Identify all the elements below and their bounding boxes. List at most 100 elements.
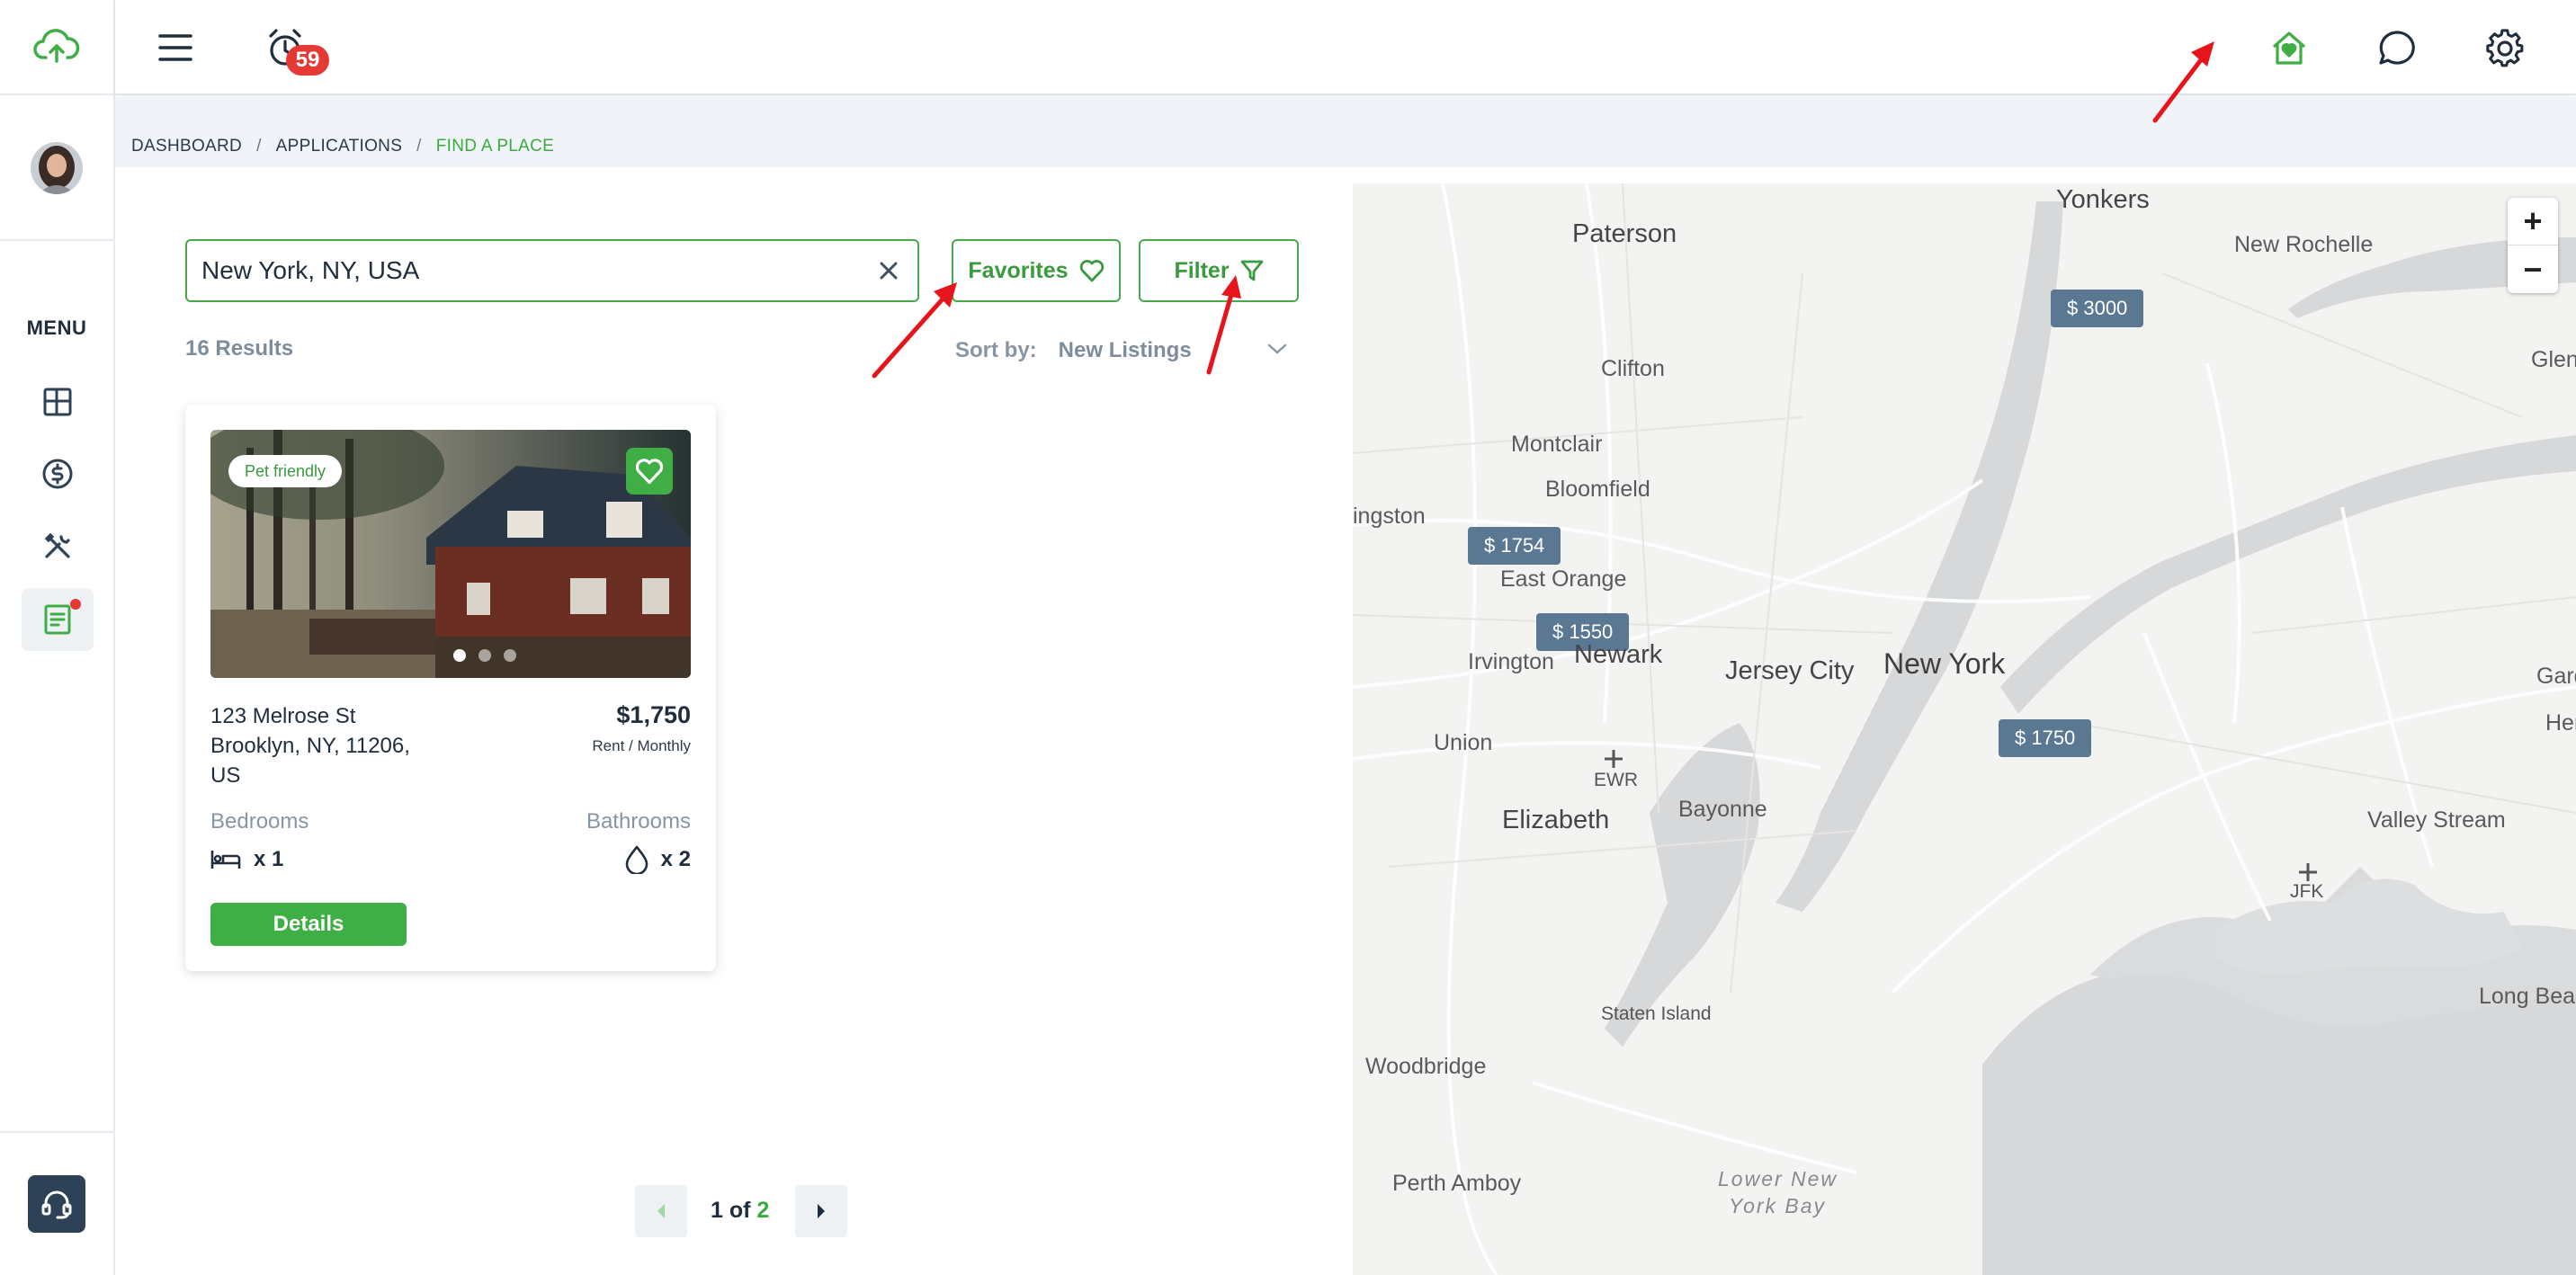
dashboard-grid-icon xyxy=(43,388,72,416)
price-marker[interactable]: $ 3000 xyxy=(2051,290,2144,327)
carousel-dot[interactable] xyxy=(479,649,491,662)
map-label: EWR xyxy=(1594,770,1638,790)
page-total: 2 xyxy=(756,1198,770,1223)
map-label: Clifton xyxy=(1601,356,1665,381)
zoom-out-button[interactable]: − xyxy=(2508,245,2558,293)
dollar-circle-icon xyxy=(42,459,73,489)
bed-icon xyxy=(210,851,241,869)
headset-icon xyxy=(41,1190,72,1219)
avatar[interactable] xyxy=(31,142,83,194)
listing-card[interactable]: Pet friendly 123 Melrose St Brooklyn, NY… xyxy=(185,405,716,971)
document-icon xyxy=(44,604,71,635)
notification-count-badge: 59 xyxy=(286,45,329,76)
map-label: Paterson xyxy=(1572,219,1677,248)
breadcrumb: DASHBOARD / APPLICATIONS / FIND A PLACE xyxy=(131,137,554,156)
breadcrumb-separator: / xyxy=(256,137,262,156)
sort-dropdown[interactable]: Sort by: New Listings xyxy=(955,338,1287,363)
bedrooms-value: x 1 xyxy=(210,847,283,872)
price-period: Rent / Monthly xyxy=(592,737,691,754)
user-avatar-area xyxy=(0,97,113,241)
map-label: Irvington xyxy=(1468,649,1554,674)
support-area xyxy=(0,1131,113,1275)
map-label: Newark xyxy=(1574,640,1663,669)
app-root: MENU 59 DASHBOARD / APPLICATIONS / FIND … xyxy=(0,0,2576,1275)
filter-button[interactable]: Filter xyxy=(1139,239,1299,302)
results-count: 16 Results xyxy=(185,336,294,361)
support-button[interactable] xyxy=(28,1175,85,1233)
sidebar-item-maintenance[interactable] xyxy=(22,514,94,577)
breadcrumb-dashboard[interactable]: DASHBOARD xyxy=(131,137,242,156)
messages-button[interactable] xyxy=(2369,20,2425,76)
sidebar-item-dashboard[interactable] xyxy=(22,370,94,433)
bathrooms-count: x 2 xyxy=(660,847,691,871)
details-button[interactable]: Details xyxy=(210,903,407,946)
top-bar: 59 xyxy=(115,0,2576,95)
chevron-down-icon[interactable] xyxy=(1266,342,1288,356)
map-label: New York xyxy=(1883,647,2006,680)
map-label: Lower New xyxy=(1718,1167,1838,1190)
map-label: Woodbridge xyxy=(1365,1054,1487,1079)
sidebar-item-payments[interactable] xyxy=(22,442,94,505)
breadcrumb-applications[interactable]: APPLICATIONS xyxy=(276,137,403,156)
location-search xyxy=(185,239,919,302)
favorite-toggle[interactable] xyxy=(626,448,673,495)
zoom-in-button[interactable]: + xyxy=(2508,198,2558,245)
favorites-button[interactable]: Favorites xyxy=(952,239,1121,302)
map-label: Bloomfield xyxy=(1545,477,1650,502)
price-marker[interactable]: $ 1754 xyxy=(1468,527,1561,565)
hamburger-icon xyxy=(158,34,192,61)
filter-label: Filter xyxy=(1174,257,1230,283)
map-label: Perth Amboy xyxy=(1392,1171,1522,1196)
map-label: Yonkers xyxy=(2056,185,2150,214)
sort-label: Sort by: xyxy=(955,338,1037,362)
map-label: York Bay xyxy=(1729,1194,1827,1217)
close-icon xyxy=(880,262,898,280)
water-drop-icon xyxy=(625,845,648,874)
page-indicator: 1 of 2 xyxy=(711,1198,769,1224)
map-label: ingston xyxy=(1353,504,1426,529)
sidebar: MENU xyxy=(0,0,115,1275)
notification-dot xyxy=(70,599,81,610)
map-label: Jersey City xyxy=(1725,656,1855,685)
clear-search-button[interactable] xyxy=(874,256,903,285)
breadcrumb-bar: DASHBOARD / APPLICATIONS / FIND A PLACE xyxy=(115,97,2576,167)
gear-icon xyxy=(2486,29,2524,67)
map-label: Garde xyxy=(2536,664,2576,689)
map-label: Hen xyxy=(2545,710,2576,736)
map-label: Staten Island xyxy=(1601,1003,1712,1024)
bathrooms-label: Bathrooms xyxy=(586,809,691,834)
carousel-dot[interactable] xyxy=(504,649,516,662)
bedrooms-label: Bedrooms xyxy=(210,809,309,834)
alarm-notifications-button[interactable]: 59 xyxy=(257,20,329,76)
funnel-icon xyxy=(1240,260,1263,281)
bathrooms-value: x 2 xyxy=(625,845,691,874)
heart-icon xyxy=(635,459,664,485)
caret-left-icon xyxy=(657,1204,665,1218)
map-label: Bayonne xyxy=(1678,797,1767,822)
address-line: Brooklyn, NY, 11206, xyxy=(210,734,410,758)
settings-button[interactable] xyxy=(2477,20,2533,76)
caret-right-icon xyxy=(818,1204,825,1218)
cloud-upload-icon[interactable] xyxy=(0,0,113,95)
heart-outline-icon xyxy=(1079,260,1104,282)
hamburger-menu-button[interactable] xyxy=(148,20,203,76)
carousel-dot[interactable] xyxy=(453,649,466,662)
sort-value[interactable]: New Listings xyxy=(1059,338,1192,363)
find-place-button[interactable] xyxy=(2261,20,2317,76)
sidebar-item-applications[interactable] xyxy=(22,588,94,651)
listing-price: $1,750 xyxy=(616,701,691,728)
tools-icon xyxy=(44,532,70,558)
search-input[interactable] xyxy=(201,241,849,300)
listing-address: 123 Melrose St Brooklyn, NY, 11206, US xyxy=(210,701,444,790)
next-page-button[interactable] xyxy=(795,1185,847,1237)
map-tiles xyxy=(1353,183,2576,1275)
listing-photo[interactable]: Pet friendly xyxy=(210,430,691,678)
map-label: New Rochelle xyxy=(2234,232,2374,257)
map-zoom-controls: + − xyxy=(2508,198,2558,293)
map-label: Elizabeth xyxy=(1502,806,1610,834)
map-label: Glen xyxy=(2531,347,2576,372)
price-marker[interactable]: $ 1750 xyxy=(1999,719,2092,757)
previous-page-button[interactable] xyxy=(635,1185,687,1237)
map-view[interactable]: + − $ 3000 $ 1754 $ 1550 $ 1750 Yonkers … xyxy=(1353,183,2576,1275)
pet-friendly-tag: Pet friendly xyxy=(228,455,343,487)
